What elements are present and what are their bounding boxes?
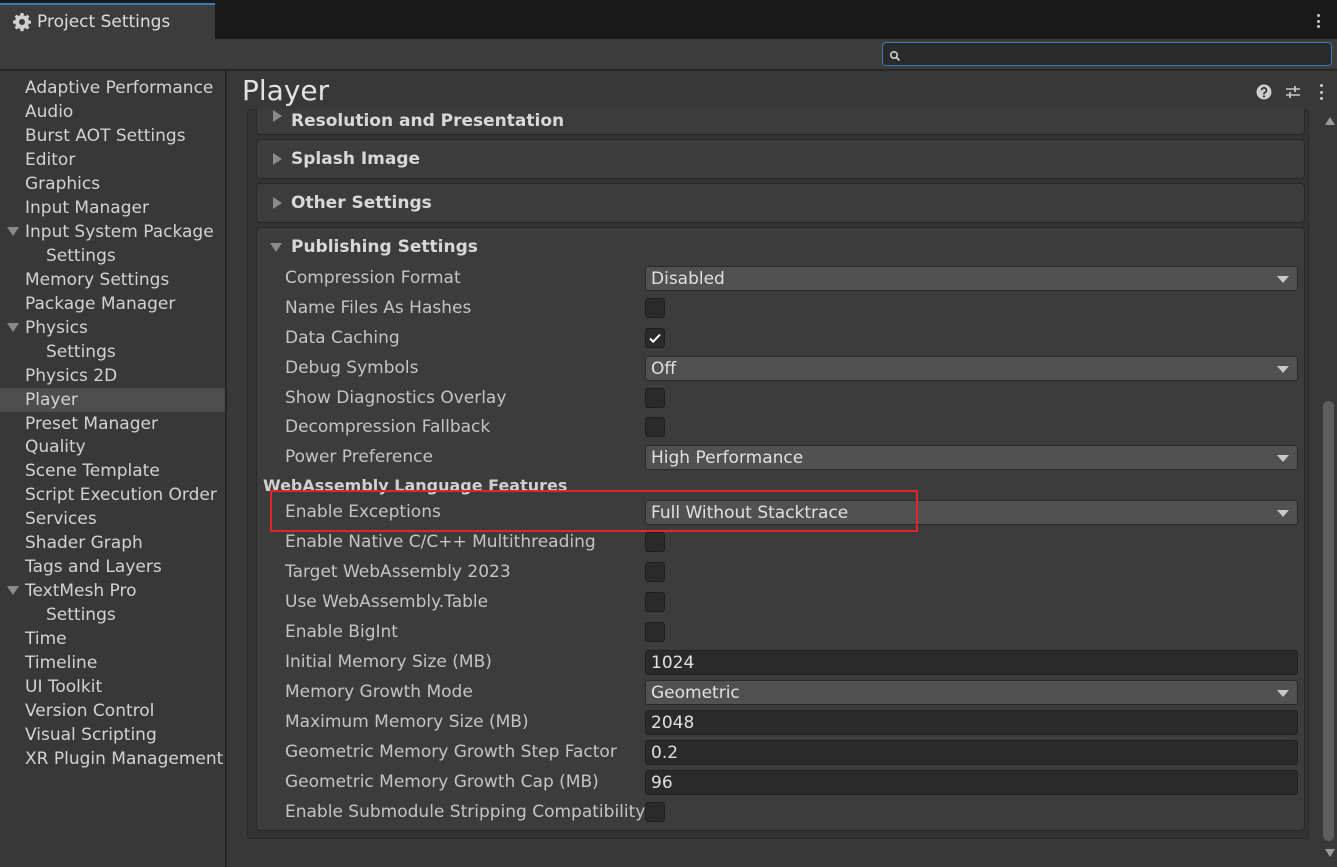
debug-symbols-label: Debug Symbols: [285, 358, 419, 378]
presets-icon[interactable]: [1285, 84, 1301, 100]
maximum-memory-size-field[interactable]: 2048: [645, 710, 1298, 735]
geometric-step-factor-label: Geometric Memory Growth Step Factor: [285, 742, 617, 762]
expand-arrow-icon[interactable]: [7, 586, 19, 595]
use-wasm-table-label: Use WebAssembly.Table: [285, 592, 489, 612]
sidebar-item-editor[interactable]: Editor: [0, 148, 225, 172]
dropdown-arrow-icon: [1277, 455, 1289, 462]
section-other-settings[interactable]: Other Settings: [256, 183, 1305, 223]
highlight-box: [270, 490, 918, 532]
power-preference-label: Power Preference: [285, 447, 433, 467]
search-icon: [889, 47, 901, 62]
page-title: Player: [242, 74, 330, 107]
use-wasm-table-checkbox[interactable]: [645, 592, 665, 612]
name-files-as-hashes-label: Name Files As Hashes: [285, 298, 472, 318]
sidebar-item-tags-and-layers[interactable]: Tags and Layers: [0, 555, 225, 579]
project-settings-tab[interactable]: Project Settings: [0, 3, 215, 39]
inspector-scroll-area: Resolution and Presentation Splash Image…: [227, 109, 1321, 867]
target-wasm-2023-label: Target WebAssembly 2023: [285, 562, 511, 582]
decompression-fallback-label: Decompression Fallback: [285, 417, 491, 437]
sidebar-item-input-manager[interactable]: Input Manager: [0, 196, 225, 220]
section-title[interactable]: Publishing Settings: [291, 237, 478, 257]
geometric-growth-cap-label: Geometric Memory Growth Cap (MB): [285, 772, 599, 792]
submodule-stripping-checkbox[interactable]: [645, 802, 665, 822]
compression-format-dropdown[interactable]: Disabled: [645, 266, 1298, 291]
sidebar-item-textmesh-pro[interactable]: TextMesh Pro: [0, 579, 225, 603]
sidebar-item-graphics[interactable]: Graphics: [0, 172, 225, 196]
debug-symbols-dropdown[interactable]: Off: [645, 356, 1298, 381]
initial-memory-size-label: Initial Memory Size (MB): [285, 652, 492, 672]
settings-main-panel: Player Resolution and Presentation Splas…: [227, 71, 1337, 867]
sidebar-item-adaptive-performance[interactable]: Adaptive Performance: [0, 76, 225, 100]
sidebar-item-burst-aot-settings[interactable]: Burst AOT Settings: [0, 124, 225, 148]
sidebar-item-time[interactable]: Time: [0, 627, 225, 651]
dropdown-arrow-icon: [1277, 690, 1289, 697]
search-input[interactable]: [882, 42, 1332, 66]
show-diagnostics-overlay-checkbox[interactable]: [645, 388, 665, 408]
memory-growth-mode-dropdown[interactable]: Geometric: [645, 680, 1298, 705]
enable-bigint-checkbox[interactable]: [645, 622, 665, 642]
kebab-menu-icon[interactable]: [1320, 84, 1324, 100]
name-files-as-hashes-checkbox[interactable]: [645, 298, 665, 318]
collapse-arrow-icon: [273, 110, 282, 122]
sidebar-item-script-execution-order[interactable]: Script Execution Order: [0, 483, 225, 507]
expand-arrow-icon[interactable]: [7, 227, 19, 236]
section-splash-image[interactable]: Splash Image: [256, 139, 1305, 179]
title-bar: Project Settings: [0, 0, 1337, 39]
scroll-up-arrow-icon[interactable]: [1325, 117, 1335, 125]
sidebar-item-textmesh-pro-settings[interactable]: Settings: [0, 603, 225, 627]
sidebar-item-xr-plugin-management[interactable]: XR Plugin Management: [0, 747, 225, 771]
sidebar-item-memory-settings[interactable]: Memory Settings: [0, 268, 225, 292]
scroll-down-arrow-icon[interactable]: [1325, 849, 1335, 857]
sidebar-item-quality[interactable]: Quality: [0, 435, 225, 459]
sidebar-item-input-system-settings[interactable]: Settings: [0, 244, 225, 268]
sidebar-item-physics-2d[interactable]: Physics 2D: [0, 364, 225, 388]
geometric-step-factor-field[interactable]: 0.2: [645, 740, 1298, 765]
tab-title: Project Settings: [37, 12, 171, 32]
sidebar-item-package-manager[interactable]: Package Manager: [0, 292, 225, 316]
sidebar-item-player[interactable]: Player: [0, 388, 225, 412]
collapse-arrow-icon: [273, 153, 282, 165]
data-caching-label: Data Caching: [285, 328, 400, 348]
enable-bigint-label: Enable BigInt: [285, 622, 398, 642]
expand-arrow-icon[interactable]: [270, 243, 282, 252]
initial-memory-size-field[interactable]: 1024: [645, 650, 1298, 675]
data-caching-checkbox[interactable]: [645, 328, 665, 348]
expand-arrow-icon[interactable]: [7, 323, 19, 332]
memory-growth-mode-label: Memory Growth Mode: [285, 682, 473, 702]
sidebar-item-services[interactable]: Services: [0, 507, 225, 531]
show-diagnostics-overlay-label: Show Diagnostics Overlay: [285, 388, 507, 408]
sidebar-item-version-control[interactable]: Version Control: [0, 699, 225, 723]
sidebar-item-audio[interactable]: Audio: [0, 100, 225, 124]
scrollbar-thumb[interactable]: [1323, 401, 1334, 841]
gear-icon: [12, 12, 32, 32]
dropdown-arrow-icon: [1277, 276, 1289, 283]
collapse-arrow-icon: [273, 197, 282, 209]
sidebar-item-input-system-package[interactable]: Input System Package: [0, 220, 225, 244]
submodule-stripping-label: Enable Submodule Stripping Compatibility: [285, 802, 646, 822]
vertical-scrollbar[interactable]: [1321, 109, 1337, 867]
target-wasm-2023-checkbox[interactable]: [645, 562, 665, 582]
power-preference-dropdown[interactable]: High Performance: [645, 445, 1298, 470]
dropdown-arrow-icon: [1277, 366, 1289, 373]
help-icon[interactable]: [1256, 84, 1272, 100]
sidebar-item-scene-template[interactable]: Scene Template: [0, 459, 225, 483]
sidebar-item-preset-manager[interactable]: Preset Manager: [0, 412, 225, 436]
sidebar-item-physics[interactable]: Physics: [0, 316, 225, 340]
decompression-fallback-checkbox[interactable]: [645, 417, 665, 437]
kebab-menu-icon[interactable]: [1317, 14, 1321, 28]
native-multithreading-label: Enable Native C/C++ Multithreading: [285, 532, 596, 552]
sidebar-item-visual-scripting[interactable]: Visual Scripting: [0, 723, 225, 747]
section-resolution-and-presentation[interactable]: Resolution and Presentation: [256, 109, 1305, 135]
settings-sidebar: Adaptive Performance Audio Burst AOT Set…: [0, 71, 226, 867]
sidebar-item-physics-settings[interactable]: Settings: [0, 340, 225, 364]
maximum-memory-size-label: Maximum Memory Size (MB): [285, 712, 529, 732]
dropdown-arrow-icon: [1277, 510, 1289, 517]
compression-format-label: Compression Format: [285, 268, 461, 288]
native-multithreading-checkbox[interactable]: [645, 532, 665, 552]
sidebar-item-ui-toolkit[interactable]: UI Toolkit: [0, 675, 225, 699]
sidebar-item-timeline[interactable]: Timeline: [0, 651, 225, 675]
geometric-growth-cap-field[interactable]: 96: [645, 770, 1298, 795]
sidebar-item-shader-graph[interactable]: Shader Graph: [0, 531, 225, 555]
checkmark-icon: [649, 333, 661, 344]
